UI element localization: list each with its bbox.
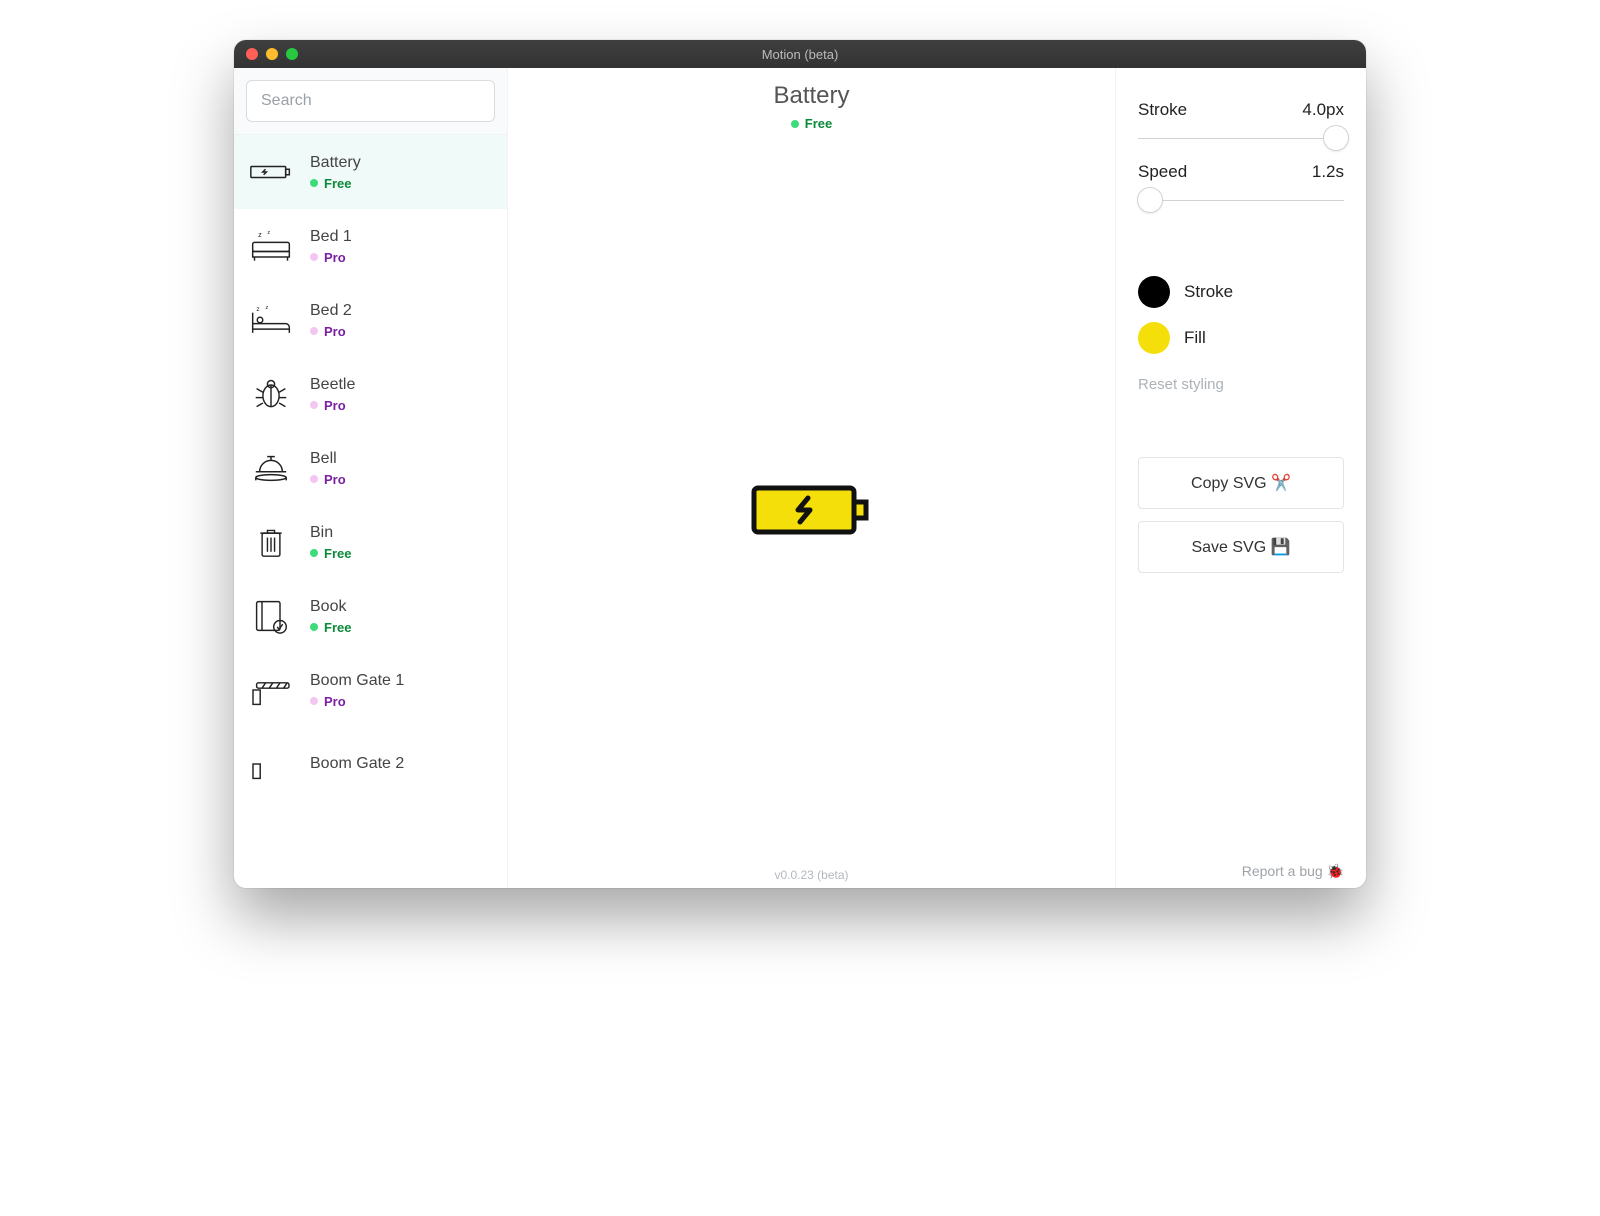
tier-badge: Pro (310, 694, 404, 709)
book-icon (248, 593, 294, 639)
controls-panel: Stroke 4.0px Speed 1.2s Stroke Fil (1116, 68, 1366, 888)
battery-icon (248, 149, 294, 195)
report-bug-link[interactable]: Report a bug 🐞 (1242, 863, 1344, 880)
sidebar-item-label: Bin (310, 524, 351, 542)
app-window: Motion (beta) Ba (234, 40, 1366, 888)
preview-tier-badge: Free (791, 116, 832, 131)
sidebar-item-bell[interactable]: Bell Pro (234, 431, 507, 505)
svg-text:z: z (266, 305, 269, 311)
sidebar-item-label: Battery (310, 154, 361, 172)
window-title: Motion (beta) (234, 47, 1366, 62)
bed-icon: z z (248, 223, 294, 269)
stroke-color-label: Stroke (1184, 282, 1233, 302)
sidebar-item-label: Boom Gate 1 (310, 672, 404, 690)
bin-icon (248, 519, 294, 565)
close-window-button[interactable] (246, 48, 258, 60)
icon-list[interactable]: Battery Free z z (234, 135, 507, 888)
sidebar-item-book[interactable]: Book Free (234, 579, 507, 653)
sidebar-item-label: Bed 1 (310, 228, 352, 246)
stroke-control-row: Stroke 4.0px (1138, 100, 1344, 120)
tier-badge: Pro (310, 398, 355, 413)
sidebar-item-label: Book (310, 598, 351, 616)
sidebar-item-label: Boom Gate 2 (310, 755, 404, 773)
preview-pane: Battery Free v0.0.23 (beta) (508, 68, 1116, 888)
zoom-window-button[interactable] (286, 48, 298, 60)
stroke-slider-thumb[interactable] (1323, 125, 1349, 151)
titlebar: Motion (beta) (234, 40, 1366, 68)
stroke-color-row[interactable]: Stroke (1138, 276, 1344, 308)
sidebar-item-bed-1[interactable]: z z Bed 1 Pro (234, 209, 507, 283)
copy-svg-button[interactable]: Copy SVG ✂️ (1138, 457, 1344, 509)
beetle-icon (248, 371, 294, 417)
speed-label: Speed (1138, 162, 1187, 182)
sidebar-item-label: Bed 2 (310, 302, 352, 320)
boom-gate-icon (248, 741, 294, 787)
tier-badge: Pro (310, 250, 352, 265)
speed-slider-thumb[interactable] (1137, 187, 1163, 213)
tier-badge: Free (310, 620, 351, 635)
fill-color-swatch[interactable] (1138, 322, 1170, 354)
stroke-value: 4.0px (1302, 100, 1344, 120)
sidebar-item-bed-2[interactable]: z z Bed 2 Pro (234, 283, 507, 357)
tier-badge: Pro (310, 472, 346, 487)
reset-styling-link[interactable]: Reset styling (1138, 376, 1344, 393)
app-body: Battery Free z z (234, 68, 1366, 888)
bed-icon: z z (248, 297, 294, 343)
stroke-label: Stroke (1138, 100, 1187, 120)
sidebar-item-boom-gate-2[interactable]: Boom Gate 2 (234, 727, 507, 801)
boom-gate-icon (248, 667, 294, 713)
bell-icon (248, 445, 294, 491)
search-input[interactable] (246, 80, 495, 122)
save-svg-button[interactable]: Save SVG 💾 (1138, 521, 1344, 573)
speed-value: 1.2s (1312, 162, 1344, 182)
version-label: v0.0.23 (beta) (508, 868, 1115, 882)
svg-text:z: z (256, 306, 259, 313)
speed-control-row: Speed 1.2s (1138, 162, 1344, 182)
sidebar-item-bin[interactable]: Bin Free (234, 505, 507, 579)
search-wrap (234, 68, 507, 135)
tier-badge: Free (310, 546, 351, 561)
sidebar-item-battery[interactable]: Battery Free (234, 135, 507, 209)
speed-slider[interactable] (1138, 190, 1344, 210)
fill-color-row[interactable]: Fill (1138, 322, 1344, 354)
sidebar-item-label: Bell (310, 450, 346, 468)
svg-text:z: z (258, 230, 262, 239)
sidebar-item-beetle[interactable]: Beetle Pro (234, 357, 507, 431)
stroke-color-swatch[interactable] (1138, 276, 1170, 308)
minimize-window-button[interactable] (266, 48, 278, 60)
traffic-lights (234, 48, 298, 60)
preview-title: Battery (508, 82, 1115, 110)
tier-badge: Free (310, 176, 361, 191)
sidebar-item-label: Beetle (310, 376, 355, 394)
stroke-slider[interactable] (1138, 128, 1344, 148)
svg-text:z: z (267, 230, 270, 236)
sidebar-item-boom-gate-1[interactable]: Boom Gate 1 Pro (234, 653, 507, 727)
fill-color-label: Fill (1184, 328, 1206, 348)
preview-canvas (508, 133, 1115, 889)
sidebar: Battery Free z z (234, 68, 508, 888)
tier-badge: Pro (310, 324, 352, 339)
battery-preview-icon (750, 478, 874, 542)
